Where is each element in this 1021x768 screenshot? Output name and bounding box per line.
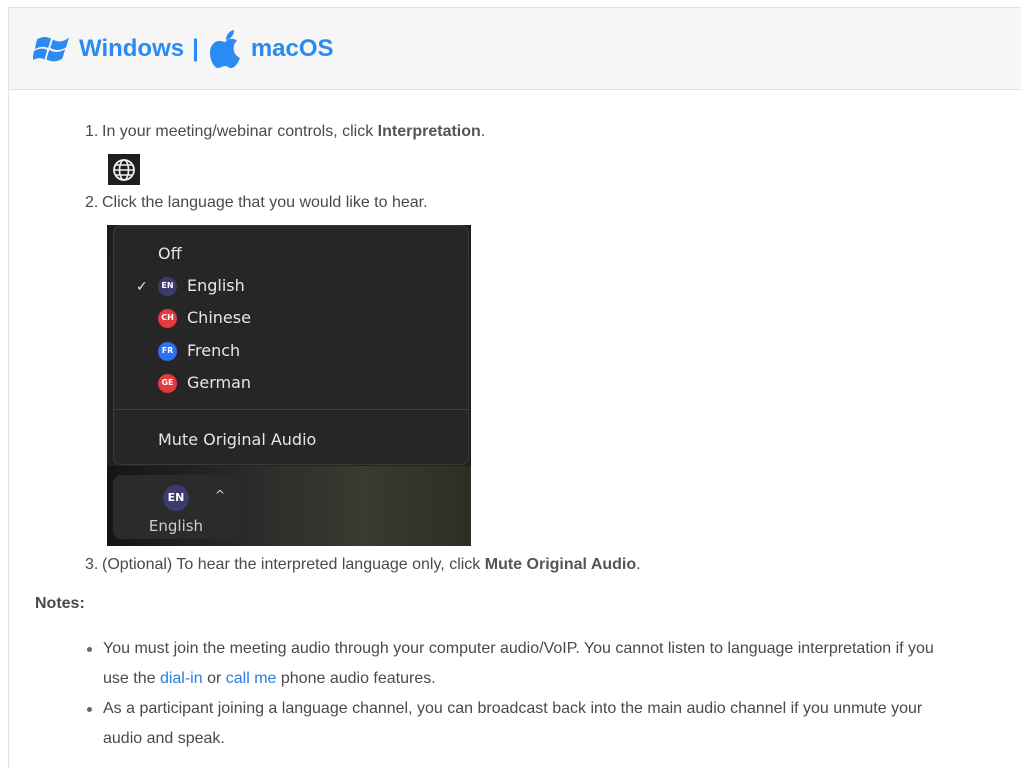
menu-item-english[interactable]: EN English <box>158 276 245 296</box>
call-me-link[interactable]: call me <box>226 670 277 687</box>
globe-icon <box>113 158 135 181</box>
step-text: In your meeting/webinar controls, click <box>102 123 378 140</box>
menu-item-label: Off <box>158 244 182 263</box>
notes-heading: Notes: <box>35 595 85 612</box>
list-item: You must join the meeting audio through … <box>83 634 943 694</box>
macos-tab[interactable]: macOS <box>209 29 334 69</box>
menu-item-chinese[interactable]: CH Chinese <box>158 308 251 328</box>
step-bold-text: Interpretation <box>377 123 481 140</box>
language-badge-icon: FR <box>158 341 177 361</box>
language-menu: Off ✓ EN English CH Chinese FR French GE <box>113 225 469 465</box>
step-number: 1. <box>85 123 99 140</box>
windows-tab[interactable]: Windows <box>33 32 184 66</box>
windows-label: Windows <box>79 34 185 62</box>
menu-item-label: German <box>187 373 252 392</box>
windows-logo-icon <box>33 36 69 61</box>
step-text: Click the language that you would like t… <box>102 194 428 211</box>
check-icon: ✓ <box>136 279 148 295</box>
menu-item-german[interactable]: GE German <box>158 373 251 393</box>
menu-item-mute-original-audio[interactable]: Mute Original Audio <box>158 430 316 450</box>
menu-item-off[interactable]: Off <box>158 244 182 264</box>
language-selector-label: English <box>148 517 204 535</box>
tab-separator: | <box>192 34 199 62</box>
step-text-end: . <box>636 556 641 573</box>
macos-label: macOS <box>250 34 334 62</box>
step-text-end: . <box>480 123 486 140</box>
notes-list: You must join the meeting audio through … <box>83 634 943 754</box>
language-badge-icon: EN <box>158 276 177 296</box>
chevron-up-icon: ^ <box>215 488 226 502</box>
step-1: 1. In your meeting/webinar controls, clic… <box>85 122 485 142</box>
dial-in-link[interactable]: dial-in <box>160 670 203 687</box>
os-tab-header: Windows | macOS <box>9 8 1021 90</box>
menu-item-label: English <box>187 276 245 295</box>
step-number: 3. <box>85 556 99 573</box>
menu-item-label: Chinese <box>187 308 251 327</box>
step-3: 3. (Optional) To hear the interpreted lan… <box>85 555 641 575</box>
menu-item-label: Mute Original Audio <box>158 430 317 449</box>
interpretation-button[interactable] <box>108 154 140 185</box>
language-menu-screenshot: Off ✓ EN English CH Chinese FR French GE <box>107 225 471 546</box>
article-content: 1. In your meeting/webinar controls, clic… <box>9 90 1021 768</box>
apple-logo-icon <box>209 29 240 68</box>
menu-item-label: French <box>187 341 241 360</box>
menu-item-french[interactable]: FR French <box>158 341 240 361</box>
language-code-badge: EN <box>163 485 189 511</box>
note-text: or <box>202 670 226 687</box>
step-number: 2. <box>85 194 99 211</box>
step-2: 2. Click the language that you would like… <box>85 193 428 213</box>
language-badge-icon: GE <box>158 373 177 393</box>
list-item: As a participant joining a language chan… <box>83 694 943 754</box>
article-panel: Windows | macOS 1. In your meeting/webina… <box>8 7 1021 768</box>
language-badge-icon: CH <box>158 308 177 328</box>
step-bold-text: Mute Original Audio <box>484 556 637 573</box>
step-text: (Optional) To hear the interpreted langu… <box>102 556 485 573</box>
note-text: phone audio features. <box>276 670 436 687</box>
note-text: As a participant joining a language chan… <box>103 700 923 747</box>
language-selector-button[interactable]: EN ^ English <box>113 475 239 539</box>
menu-divider <box>114 409 468 410</box>
